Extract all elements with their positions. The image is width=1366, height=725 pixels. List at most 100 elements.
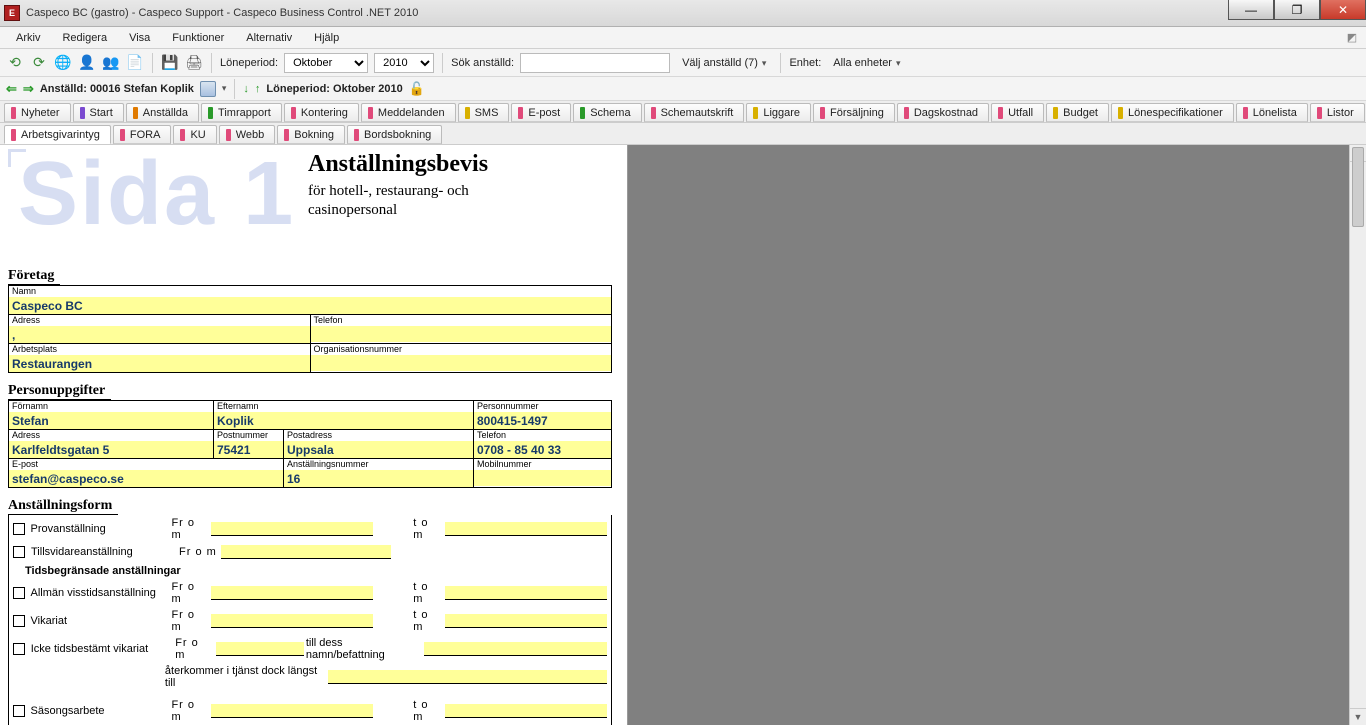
notes-icon[interactable]: 📄 — [126, 54, 144, 72]
tab-nyheter[interactable]: Nyheter — [4, 103, 71, 122]
tab-webb[interactable]: Webb — [219, 125, 276, 144]
tab-l-nespecifikationer[interactable]: Lönespecifikationer — [1111, 103, 1234, 122]
tab-meddelanden[interactable]: Meddelanden — [361, 103, 456, 122]
checkbox-icketids[interactable] — [13, 643, 25, 655]
field-from[interactable] — [211, 586, 373, 600]
field-from[interactable] — [221, 545, 391, 559]
close-button[interactable]: ✕ — [1320, 0, 1366, 20]
checkbox-tillsvidare[interactable] — [13, 546, 25, 558]
tab-schema[interactable]: Schema — [573, 103, 641, 122]
vertical-scrollbar[interactable]: ▲ ▼ — [1349, 145, 1366, 725]
field-from[interactable] — [216, 642, 304, 656]
refresh-icon[interactable]: ⟲ — [6, 54, 24, 72]
tab-f-rs-ljning[interactable]: Försäljning — [813, 103, 895, 122]
menu-hjalp[interactable]: Hjälp — [304, 29, 349, 47]
menu-redigera[interactable]: Redigera — [52, 29, 117, 47]
label-tom: t o m — [413, 699, 441, 723]
label-tom: t o m — [413, 581, 441, 605]
pin-icon[interactable]: ◩ — [1344, 30, 1360, 46]
field-tom[interactable] — [445, 586, 607, 600]
arrow-down-icon[interactable]: ↓ — [243, 83, 249, 95]
label-namn: Namn — [9, 286, 611, 297]
menu-visa[interactable]: Visa — [119, 29, 160, 47]
nav-back-icon[interactable]: ⇐ — [6, 81, 17, 97]
tab-start[interactable]: Start — [73, 103, 124, 122]
tab-anst-llda[interactable]: Anställda — [126, 103, 199, 122]
tab-kontering[interactable]: Kontering — [284, 103, 359, 122]
page-watermark: Sida 1 — [18, 149, 295, 239]
label-tilldess: till dess namn/befattning — [306, 637, 422, 661]
tab-color-indicator — [11, 129, 16, 141]
menu-arkiv[interactable]: Arkiv — [6, 29, 50, 47]
tab-color-indicator — [11, 107, 16, 119]
field-tom[interactable] — [445, 522, 607, 536]
separator — [152, 53, 153, 73]
tab-budget[interactable]: Budget — [1046, 103, 1109, 122]
user-icon[interactable]: 👤 — [78, 54, 96, 72]
maximize-button[interactable]: ❐ — [1274, 0, 1320, 20]
tab-schemautskrift[interactable]: Schemautskrift — [644, 103, 745, 122]
search-employee-input[interactable] — [520, 53, 670, 73]
field-tom[interactable] — [445, 704, 607, 718]
label-from: Fr o m — [171, 699, 207, 723]
tab-liggare[interactable]: Liggare — [746, 103, 811, 122]
section-person-heading: Personuppgifter — [8, 383, 111, 400]
label-from: Fr o m — [171, 581, 207, 605]
calendar-icon[interactable] — [200, 81, 216, 97]
tab-e-post[interactable]: E-post — [511, 103, 571, 122]
period-month-select[interactable]: Oktober — [284, 53, 368, 73]
label-person-telefon: Telefon — [474, 430, 611, 441]
tab-listor[interactable]: Listor — [1310, 103, 1365, 122]
tab-color-indicator — [291, 107, 296, 119]
tab-color-indicator — [133, 107, 138, 119]
tab-sms[interactable]: SMS — [458, 103, 510, 122]
tab-color-indicator — [368, 107, 373, 119]
users-icon[interactable]: 👥 — [102, 54, 120, 72]
save-icon[interactable]: 💾 — [161, 54, 179, 72]
checkbox-allman[interactable] — [13, 587, 25, 599]
field-from[interactable] — [211, 704, 373, 718]
period-year-select[interactable]: 2010 — [374, 53, 434, 73]
tab-fora[interactable]: FORA — [113, 125, 172, 144]
lock-icon[interactable]: 🔓 — [409, 81, 425, 97]
tab-dagskostnad[interactable]: Dagskostnad — [897, 103, 989, 122]
tab-l-nelista[interactable]: Lönelista — [1236, 103, 1308, 122]
checkbox-sasong[interactable] — [13, 705, 25, 717]
minimize-button[interactable]: — — [1228, 0, 1274, 20]
arrow-up-icon[interactable]: ↑ — [255, 83, 261, 95]
label-adress: Adress — [9, 315, 310, 326]
scroll-thumb[interactable] — [1352, 147, 1364, 227]
refresh-all-icon[interactable]: ⟳ — [30, 54, 48, 72]
field-tom[interactable] — [445, 614, 607, 628]
tab-color-indicator — [580, 107, 585, 119]
field-until[interactable] — [328, 670, 607, 684]
label-fornamn: Förnamn — [9, 401, 213, 412]
field-name[interactable] — [424, 642, 607, 656]
menu-alternativ[interactable]: Alternativ — [236, 29, 302, 47]
field-from[interactable] — [211, 614, 373, 628]
employment-form-table: ProvanställningFr o mt o m Tillsvidarean… — [8, 515, 612, 725]
tab-color-indicator — [208, 107, 213, 119]
tab-utfall[interactable]: Utfall — [991, 103, 1044, 122]
tab-arbetsgivarintyg[interactable]: Arbetsgivarintyg — [4, 125, 111, 144]
field-from[interactable] — [211, 522, 373, 536]
tab-label: Bordsbokning — [364, 129, 431, 141]
label-epost: E-post — [9, 459, 283, 470]
tab-ku[interactable]: KU — [173, 125, 216, 144]
print-icon[interactable]: 🖨 — [185, 54, 203, 72]
menu-funktioner[interactable]: Funktioner — [162, 29, 234, 47]
tab-label: Liggare — [763, 107, 800, 119]
checkbox-vikariat[interactable] — [13, 615, 25, 627]
checkbox-provanst[interactable] — [13, 523, 25, 535]
globe-icon[interactable]: 🌐 — [54, 54, 72, 72]
tab-bokning[interactable]: Bokning — [277, 125, 345, 144]
unit-dropdown[interactable]: Alla enheter — [827, 55, 906, 71]
tab-timrapport[interactable]: Timrapport — [201, 103, 282, 122]
scroll-down-arrow[interactable]: ▼ — [1350, 708, 1366, 725]
tab-label: Timrapport — [218, 107, 271, 119]
nav-forward-icon[interactable]: ⇒ — [23, 81, 34, 97]
select-employee-dropdown[interactable]: Välj anställd (7) — [676, 55, 772, 71]
document-title: Anställningsbevis — [308, 151, 619, 178]
tab-bordsbokning[interactable]: Bordsbokning — [347, 125, 442, 144]
value-empno: 16 — [284, 470, 473, 487]
